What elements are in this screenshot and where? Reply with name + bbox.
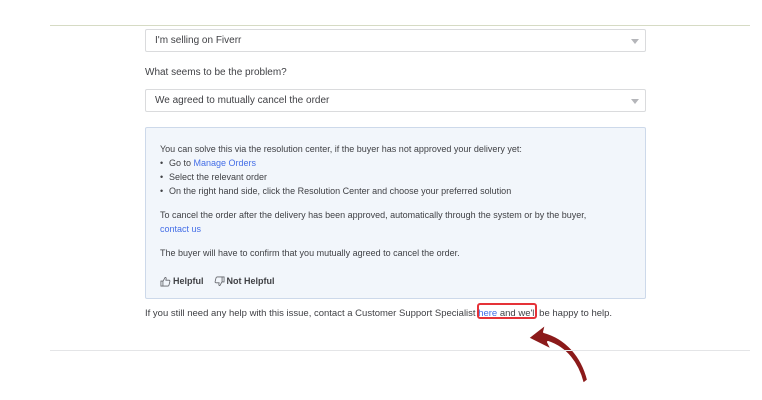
not-helpful-label: Not Helpful	[226, 276, 275, 286]
helpful-button[interactable]: Helpful	[160, 274, 204, 288]
thumbs-up-icon	[160, 276, 171, 286]
list-item: On the right hand side, click the Resolu…	[160, 184, 631, 198]
thumbs-down-icon	[214, 276, 224, 286]
footer-text-before: If you still need any help with this iss…	[145, 308, 479, 319]
caret-down-icon	[631, 99, 639, 104]
cancel-text: To cancel the order after the delivery h…	[160, 210, 587, 220]
feedback-row: Helpful Not Helpful	[160, 274, 631, 288]
top-divider	[50, 25, 750, 26]
curved-arrow-icon	[527, 323, 589, 385]
manage-orders-link[interactable]: Manage Orders	[194, 158, 257, 168]
highlight-box	[477, 303, 537, 319]
problem-select-value: We agreed to mutually cancel the order	[155, 95, 330, 106]
caret-down-icon	[631, 39, 639, 44]
steps-list: Go to Manage Orders Select the relevant …	[160, 156, 631, 198]
confirm-text: The buyer will have to confirm that you …	[160, 248, 460, 258]
role-select[interactable]: I'm selling on Fiverr	[145, 29, 646, 52]
problem-select[interactable]: We agreed to mutually cancel the order	[145, 89, 646, 112]
not-helpful-button[interactable]: Not Helpful	[214, 274, 275, 288]
problem-question: What seems to be the problem?	[145, 67, 287, 78]
answer-panel: You can solve this via the resolution ce…	[145, 127, 646, 299]
contact-us-link[interactable]: contact us	[160, 224, 201, 234]
role-select-value: I'm selling on Fiverr	[155, 35, 242, 46]
bottom-divider	[50, 350, 750, 351]
list-item: Go to Manage Orders	[160, 156, 631, 170]
answer-intro: You can solve this via the resolution ce…	[160, 144, 522, 154]
step-prefix: Go to	[169, 158, 194, 168]
list-item: Select the relevant order	[160, 170, 631, 184]
helpful-label: Helpful	[173, 276, 204, 286]
